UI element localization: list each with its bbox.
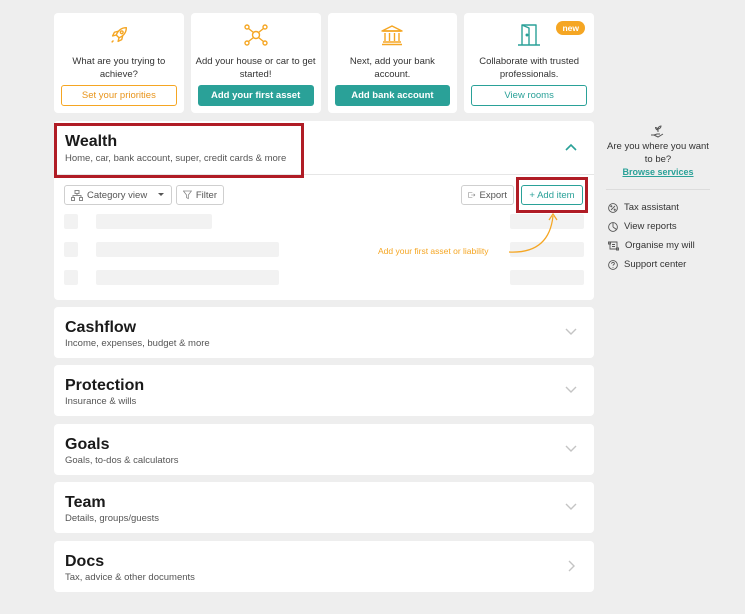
card-text: What are you trying to achieve?	[72, 56, 166, 80]
support-center-link[interactable]: Support center	[608, 259, 686, 270]
section-subtitle: Tax, advice & other documents	[65, 572, 195, 583]
browse-services-link[interactable]: Browse services	[606, 167, 710, 177]
export-label: Export	[479, 189, 507, 201]
skeleton-placeholder	[96, 242, 279, 257]
card-priorities: What are you trying to achieve? Set your…	[54, 13, 184, 113]
category-view-label: Category view	[87, 189, 148, 201]
caret-down-icon	[158, 193, 164, 196]
add-bank-account-button[interactable]: Add bank account	[334, 85, 451, 106]
team-section[interactable]: Team Details, groups/guests	[54, 482, 594, 533]
reports-icon	[608, 221, 618, 232]
section-subtitle: Insurance & wills	[65, 396, 137, 407]
skeleton-placeholder	[64, 270, 78, 285]
export-button[interactable]: Export	[461, 185, 514, 205]
link-label: Organise my will	[625, 240, 695, 251]
rocket-icon	[108, 23, 130, 47]
view-reports-link[interactable]: View reports	[608, 221, 677, 232]
card-first-asset: Add your house or car to get started! Ad…	[190, 13, 321, 113]
section-subtitle: Goals, to-dos & calculators	[65, 455, 179, 466]
cashflow-section[interactable]: Cashflow Income, expenses, budget & more	[54, 307, 594, 358]
scroll-icon	[608, 241, 619, 250]
annotation-text: Add your first asset or liability	[378, 246, 489, 256]
section-title: Team	[65, 494, 106, 511]
filter-label: Filter	[195, 189, 217, 201]
highlight-wealth-header	[54, 123, 304, 178]
skeleton-placeholder	[64, 214, 78, 229]
docs-section[interactable]: Docs Tax, advice & other documents	[54, 541, 594, 592]
percent-icon	[608, 202, 618, 213]
sidebar-question: Are you where you want to be?	[607, 141, 709, 165]
hierarchy-icon	[71, 189, 83, 201]
protection-section[interactable]: Protection Insurance & wills	[54, 365, 594, 416]
card-text: Next, add your bank account.	[349, 56, 435, 80]
section-title: Protection	[65, 377, 145, 394]
section-title: Cashflow	[65, 319, 137, 336]
divider	[606, 189, 710, 190]
chevron-right-icon[interactable]	[564, 559, 578, 573]
card-text: Collaborate with trusted professionals.	[479, 56, 580, 80]
help-icon	[608, 259, 618, 270]
chevron-down-icon[interactable]	[564, 383, 578, 397]
link-label: View reports	[624, 221, 677, 232]
hand-plant-icon	[651, 125, 664, 138]
chevron-up-icon[interactable]	[564, 140, 578, 154]
section-subtitle: Income, expenses, budget & more	[65, 338, 210, 349]
new-badge: new	[556, 21, 585, 35]
network-icon	[243, 23, 269, 47]
export-icon	[468, 192, 476, 198]
tax-assistant-link[interactable]: Tax assistant	[608, 202, 679, 213]
skeleton-placeholder	[64, 242, 78, 257]
skeleton-placeholder	[96, 270, 279, 285]
section-title: Goals	[65, 436, 110, 453]
onboarding-cards: What are you trying to achieve? Set your…	[54, 13, 594, 113]
category-view-dropdown[interactable]: Category view	[64, 185, 172, 205]
section-title: Docs	[65, 553, 105, 570]
organise-will-link[interactable]: Organise my will	[608, 240, 695, 251]
set-priorities-button[interactable]: Set your priorities	[61, 85, 177, 106]
door-icon	[516, 23, 542, 47]
skeleton-placeholder	[510, 270, 584, 285]
link-label: Tax assistant	[624, 202, 679, 213]
filter-button[interactable]: Filter	[176, 185, 224, 205]
card-text: Add your house or car to get started!	[195, 56, 316, 80]
skeleton-placeholder	[96, 214, 212, 229]
chevron-down-icon[interactable]	[564, 500, 578, 514]
filter-icon	[183, 190, 192, 200]
chevron-down-icon[interactable]	[564, 442, 578, 456]
section-subtitle: Details, groups/guests	[65, 513, 159, 524]
annotation-arrow-icon	[508, 212, 558, 253]
chevron-down-icon[interactable]	[564, 325, 578, 339]
link-label: Support center	[624, 259, 687, 270]
goals-section[interactable]: Goals Goals, to-dos & calculators	[54, 424, 594, 475]
card-bank-account: Next, add your bank account. Add bank ac…	[327, 13, 458, 113]
card-rooms: new Collaborate with trusted professiona…	[464, 13, 594, 113]
add-first-asset-button[interactable]: Add your first asset	[197, 85, 314, 106]
bank-icon	[380, 23, 404, 47]
highlight-add-item	[516, 177, 588, 213]
view-rooms-button[interactable]: View rooms	[471, 85, 587, 106]
